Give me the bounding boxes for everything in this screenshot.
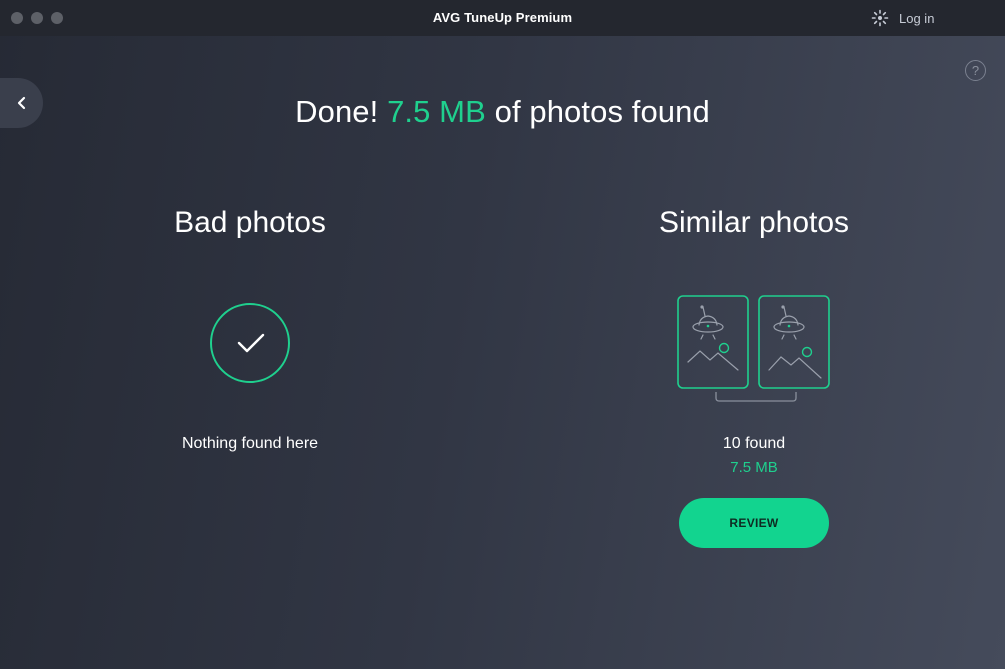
- check-icon: [237, 333, 265, 353]
- similar-photos-count: 10 found: [722, 435, 786, 452]
- question-circle-icon: ?: [971, 63, 980, 78]
- bad-photos-status: Nothing found here: [181, 435, 319, 452]
- check-circle-icon: [210, 303, 290, 383]
- user-spinner-icon: [871, 9, 889, 27]
- review-button[interactable]: REVIEW: [679, 498, 829, 548]
- login-label: Log in: [899, 10, 935, 26]
- similar-photos-size: 7.5 MB: [730, 459, 778, 476]
- window-title: AVG TuneUp Premium: [432, 10, 573, 25]
- headline-prefix: Done!: [295, 94, 388, 129]
- headline-suffix: of photos found: [485, 94, 710, 129]
- app-window: AVG TuneUp Premium Log in ? Done! 7.5 MB…: [0, 0, 1005, 669]
- similar-photos-title: Similar photos: [658, 206, 850, 239]
- title-bar: AVG TuneUp Premium Log in: [0, 0, 1005, 36]
- similar-photos-icon: [677, 295, 830, 402]
- page-title: Done! 7.5 MB of photos found: [0, 94, 1005, 130]
- headline-size: 7.5 MB: [387, 94, 486, 129]
- help-button[interactable]: ?: [965, 60, 986, 81]
- bad-photos-title: Bad photos: [174, 206, 326, 239]
- login-button[interactable]: Log in: [871, 8, 934, 28]
